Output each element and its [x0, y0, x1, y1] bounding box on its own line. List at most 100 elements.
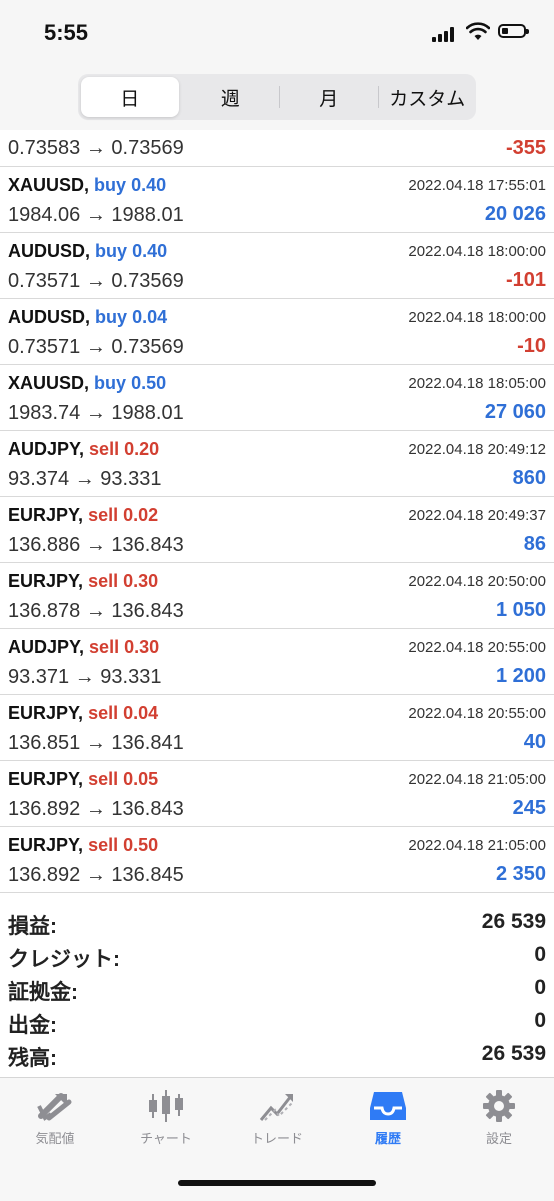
- account-summary: 損益: 26 539 クレジット: 0 証拠金: 0 出金: 0 残高: 26 539: [0, 906, 554, 1071]
- summary-value: 0: [534, 1009, 546, 1032]
- trade-prices: 136.886 → 136.843: [8, 534, 184, 556]
- trade-side: sell: [88, 769, 119, 789]
- trade-side: sell: [89, 439, 120, 459]
- trade-prices: 1983.74 → 1988.01: [8, 402, 184, 424]
- trade-row[interactable]: 0.73583 → 0.73569 -355: [0, 131, 554, 167]
- trade-date: 2022.04.18 17:55:01: [408, 177, 546, 194]
- symbol-name: AUDJPY,: [8, 637, 85, 657]
- tab-settings[interactable]: 設定: [444, 1088, 554, 1148]
- trade-date: 2022.04.18 20:50:00: [408, 573, 546, 590]
- trade-history-list: 0.73583 → 0.73569 -355 XAUUSD, buy 0.40 2…: [0, 131, 554, 893]
- tab-trade[interactable]: トレード: [222, 1088, 332, 1148]
- period-selector-bar: 日 週 月 カスタム: [0, 70, 554, 130]
- trade-profit: 40: [523, 731, 546, 753]
- trade-lots: 0.30: [124, 637, 160, 657]
- trade-row[interactable]: AUDJPY, sell 0.20 2022.04.18 20:49:12 93.3…: [0, 431, 554, 497]
- trade-row[interactable]: EURJPY, sell 0.05 2022.04.18 21:05:00 136.…: [0, 761, 554, 827]
- trade-row[interactable]: AUDUSD, buy 0.04 2022.04.18 18:00:00 0.735…: [0, 299, 554, 365]
- quotes-icon: [37, 1093, 72, 1121]
- trade-lots: 0.30: [123, 571, 159, 591]
- trade-prices: 0.73571 → 0.73569: [8, 270, 184, 292]
- trade-symbol: AUDUSD, buy 0.40: [8, 241, 167, 262]
- trade-row[interactable]: XAUUSD, buy 0.50 2022.04.18 18:05:00 1983.…: [0, 365, 554, 431]
- trade-prices: 1984.06 → 1988.01: [8, 204, 184, 226]
- summary-label: 証拠金:: [8, 981, 78, 1004]
- trade-date: 2022.04.18 21:05:00: [408, 837, 546, 854]
- tab-chart[interactable]: チャート: [111, 1088, 221, 1148]
- symbol-name: EURJPY,: [8, 505, 84, 525]
- tab-history[interactable]: 履歴: [333, 1088, 443, 1148]
- trade-prices: 0.73583 → 0.73569: [8, 137, 184, 159]
- history-icon: [370, 1092, 406, 1120]
- summary-value: 26 539: [481, 910, 546, 933]
- symbol-name: EURJPY,: [8, 835, 84, 855]
- trade-symbol: EURJPY, sell 0.04: [8, 703, 158, 724]
- tab-quotes[interactable]: 気配値: [0, 1088, 110, 1148]
- trade-date: 2022.04.18 20:49:37: [408, 507, 546, 524]
- summary-label: 残高:: [8, 1047, 57, 1070]
- trade-profit: 1 050: [495, 599, 546, 621]
- trade-date: 2022.04.18 18:00:00: [408, 309, 546, 326]
- trade-side: sell: [88, 505, 119, 525]
- trade-lots: 0.02: [123, 505, 159, 525]
- trade-row[interactable]: EURJPY, sell 0.50 2022.04.18 21:05:00 136.…: [0, 827, 554, 893]
- segment-week[interactable]: 週: [182, 74, 280, 120]
- trade-side: buy: [95, 307, 128, 327]
- trade-icon: [259, 1094, 294, 1121]
- segment-day[interactable]: 日: [81, 77, 179, 117]
- trade-side: buy: [95, 241, 128, 261]
- trade-symbol: EURJPY, sell 0.05: [8, 769, 158, 790]
- trade-row[interactable]: AUDUSD, buy 0.40 2022.04.18 18:00:00 0.735…: [0, 233, 554, 299]
- trade-profit: 86: [523, 533, 546, 555]
- symbol-name: XAUUSD,: [8, 175, 90, 195]
- trade-symbol: XAUUSD, buy 0.50: [8, 373, 166, 394]
- cellular-signal-icon: [432, 26, 458, 42]
- trade-side: sell: [88, 835, 119, 855]
- trade-profit: 1 200: [495, 665, 546, 687]
- trade-lots: 0.50: [123, 835, 159, 855]
- summary-row: クレジット: 0: [0, 939, 554, 972]
- summary-row: 出金: 0: [0, 1005, 554, 1038]
- tab-label: トレード: [250, 1131, 303, 1146]
- settings-icon: [483, 1090, 515, 1122]
- trade-side: buy: [94, 175, 127, 195]
- trade-row[interactable]: EURJPY, sell 0.02 2022.04.18 20:49:37 136.…: [0, 497, 554, 563]
- trade-prices: 93.374 → 93.331: [8, 468, 162, 490]
- segment-month[interactable]: 月: [280, 74, 378, 120]
- trade-prices: 136.878 → 136.843: [8, 600, 184, 622]
- summary-row: 証拠金: 0: [0, 972, 554, 1005]
- symbol-name: AUDUSD,: [8, 241, 91, 261]
- trade-date: 2022.04.18 20:55:00: [408, 705, 546, 722]
- trade-row[interactable]: EURJPY, sell 0.04 2022.04.18 20:55:00 136.…: [0, 695, 554, 761]
- summary-value: 0: [534, 943, 546, 966]
- trade-profit: -355: [505, 137, 546, 159]
- summary-label: 出金:: [8, 1014, 57, 1037]
- trade-row[interactable]: XAUUSD, buy 0.40 2022.04.18 17:55:01 1984.…: [0, 167, 554, 233]
- symbol-name: EURJPY,: [8, 769, 84, 789]
- trade-lots: 0.40: [132, 241, 168, 261]
- trade-prices: 0.73571 → 0.73569: [8, 336, 184, 358]
- summary-row: 損益: 26 539: [0, 906, 554, 939]
- trade-prices: 136.851 → 136.841: [8, 732, 184, 754]
- trade-symbol: XAUUSD, buy 0.40: [8, 175, 166, 196]
- trade-lots: 0.20: [124, 439, 160, 459]
- trade-profit: 245: [512, 797, 546, 819]
- symbol-name: AUDJPY,: [8, 439, 85, 459]
- summary-label: 損益:: [8, 915, 57, 938]
- summary-value: 0: [534, 976, 546, 999]
- trade-date: 2022.04.18 21:05:00: [408, 771, 546, 788]
- trade-side: sell: [88, 571, 119, 591]
- trade-profit: 20 026: [484, 203, 546, 225]
- trade-profit: 860: [512, 467, 546, 489]
- tab-label: 気配値: [35, 1131, 75, 1146]
- trade-side: sell: [88, 703, 119, 723]
- trade-date: 2022.04.18 18:05:00: [408, 375, 546, 392]
- trade-lots: 0.40: [131, 175, 167, 195]
- trade-symbol: AUDJPY, sell 0.20: [8, 439, 159, 460]
- trade-side: buy: [94, 373, 127, 393]
- trade-row[interactable]: EURJPY, sell 0.30 2022.04.18 20:50:00 136.…: [0, 563, 554, 629]
- segment-custom[interactable]: カスタム: [379, 74, 477, 120]
- home-indicator: [178, 1180, 376, 1186]
- trade-row[interactable]: AUDJPY, sell 0.30 2022.04.18 20:55:00 93.3…: [0, 629, 554, 695]
- battery-icon: [498, 24, 529, 38]
